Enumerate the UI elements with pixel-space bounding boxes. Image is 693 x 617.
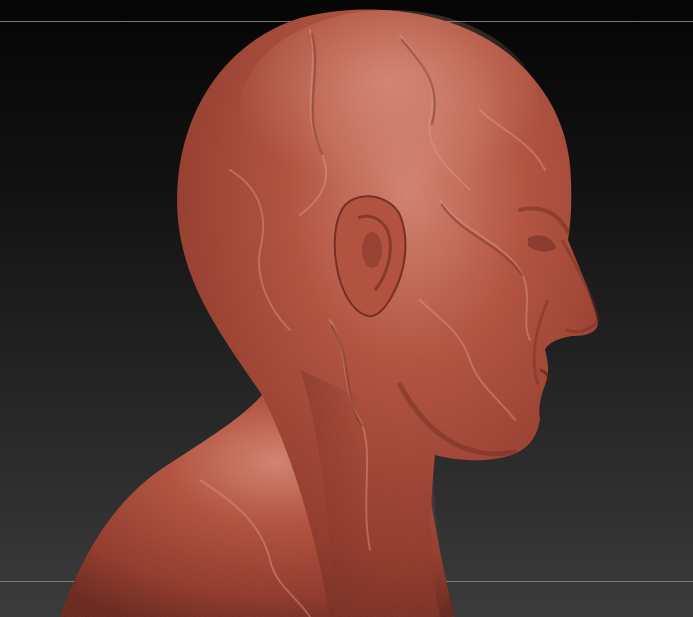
sculpted-head-model[interactable] [0,0,693,617]
sculpt-viewport[interactable] [0,0,693,617]
skin-texture [60,9,598,617]
